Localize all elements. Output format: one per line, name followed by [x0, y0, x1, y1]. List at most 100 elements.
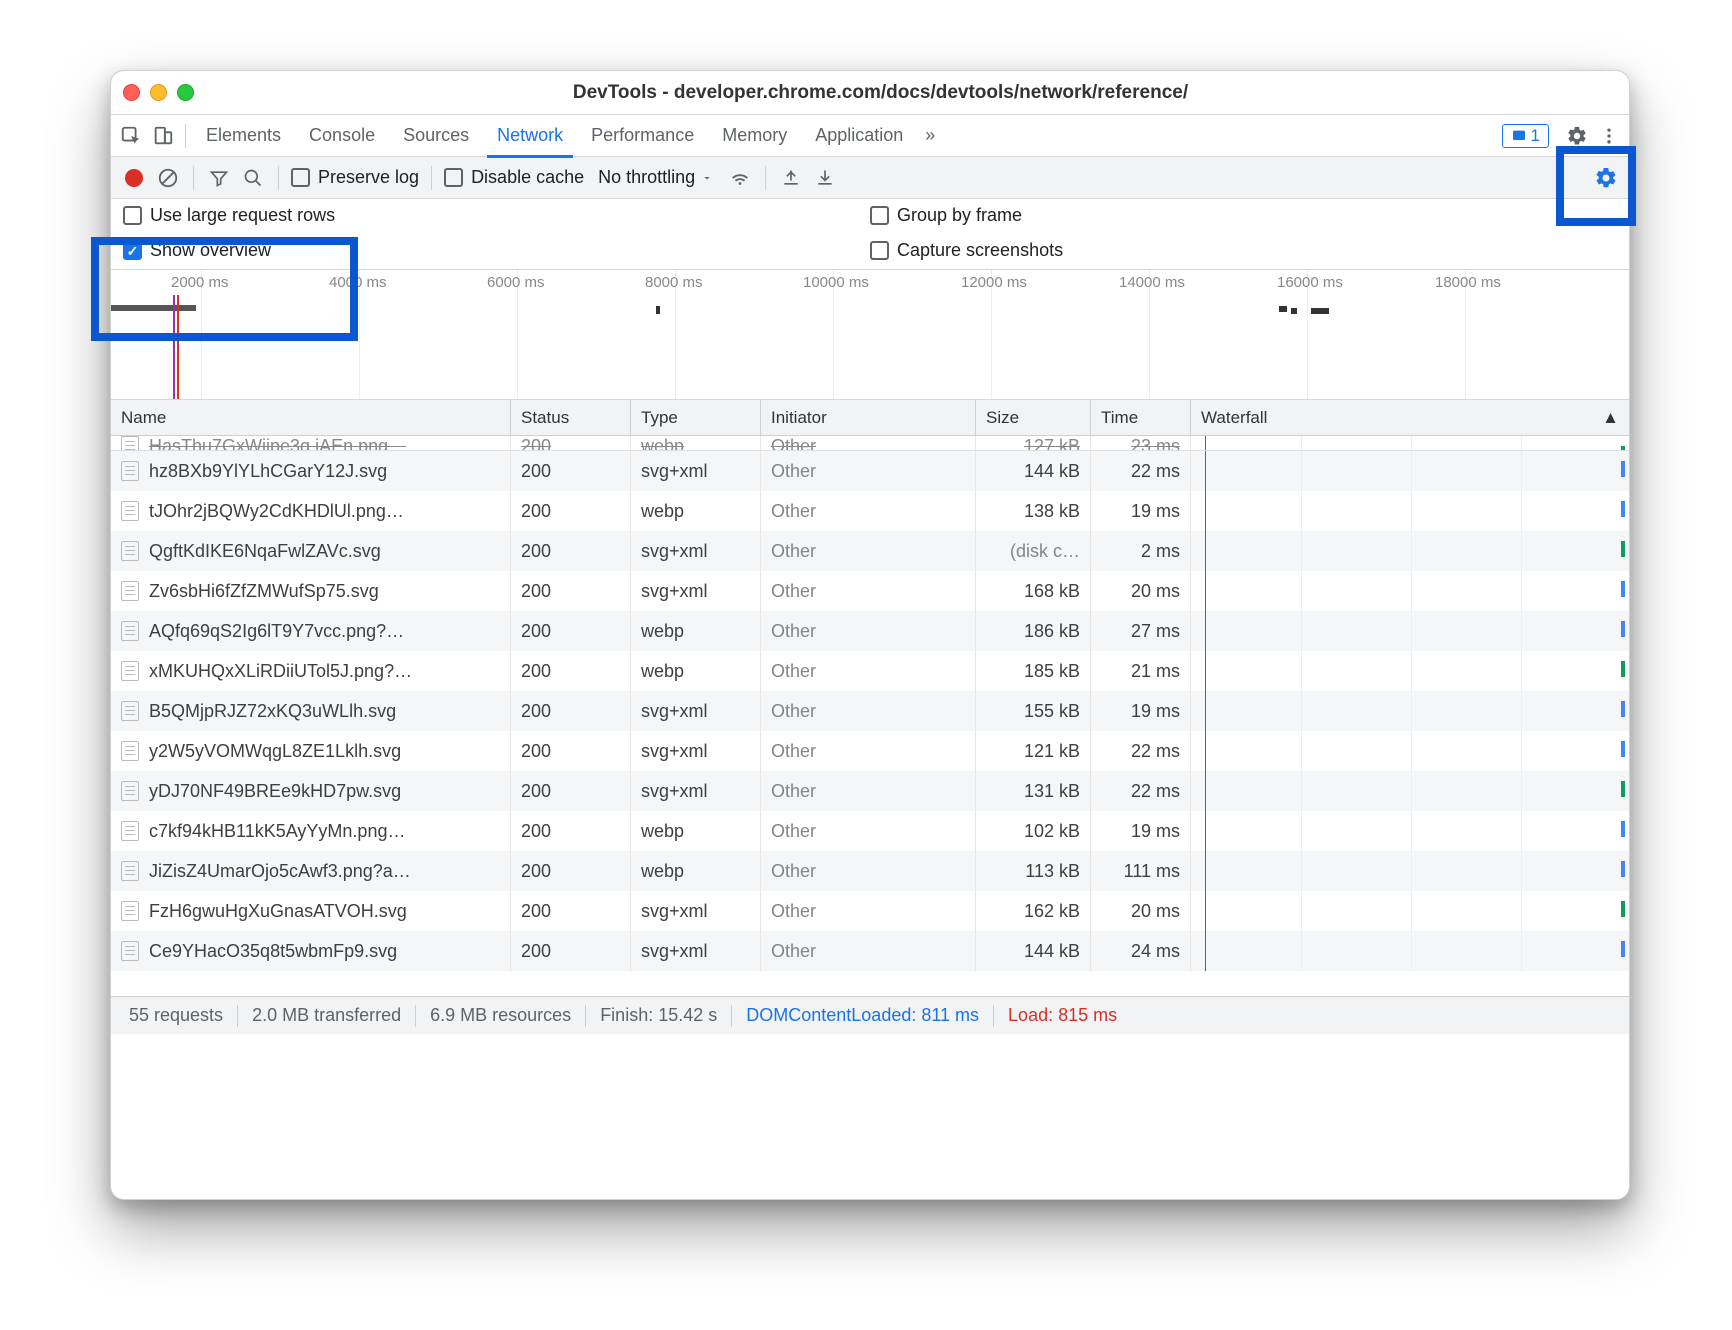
- column-size[interactable]: Size: [976, 400, 1091, 435]
- table-row[interactable]: HasThu7GxWiipe3q iAEn.png…200webpOther12…: [111, 436, 1629, 451]
- table-row[interactable]: Zv6sbHi6fZfZMWufSp75.svg200svg+xmlOther1…: [111, 571, 1629, 611]
- file-icon: [121, 501, 139, 521]
- network-conditions-icon[interactable]: [727, 165, 753, 191]
- column-name[interactable]: Name: [111, 400, 511, 435]
- window-title: DevTools - developer.chrome.com/docs/dev…: [194, 82, 1617, 104]
- status-requests: 55 requests: [115, 1005, 237, 1026]
- timeline-tick: 4000 ms: [329, 274, 387, 291]
- preserve-log-checkbox[interactable]: Preserve log: [291, 167, 419, 188]
- tab-memory[interactable]: Memory: [710, 115, 799, 157]
- file-icon: [121, 581, 139, 601]
- table-row[interactable]: QgftKdIKE6NqaFwlZAVc.svg200svg+xmlOther(…: [111, 531, 1629, 571]
- group-by-frame-checkbox[interactable]: Group by frame: [870, 205, 1617, 226]
- tab-console[interactable]: Console: [297, 115, 387, 157]
- tabs-overflow[interactable]: »: [919, 115, 941, 157]
- device-toggle-icon[interactable]: [149, 122, 177, 150]
- titlebar: DevTools - developer.chrome.com/docs/dev…: [111, 71, 1629, 115]
- minimize-button[interactable]: [150, 84, 167, 101]
- checkbox-icon: [291, 168, 310, 187]
- status-bar: 55 requests 2.0 MB transferred 6.9 MB re…: [111, 996, 1629, 1034]
- tab-application[interactable]: Application: [803, 115, 915, 157]
- network-toolbar: Preserve log Disable cache No throttling: [111, 157, 1629, 199]
- panel-tabs: Elements Console Sources Network Perform…: [111, 115, 1629, 157]
- timeline-tick: 12000 ms: [961, 274, 1027, 291]
- window-controls: [123, 84, 194, 101]
- inspect-icon[interactable]: [117, 122, 145, 150]
- export-har-icon[interactable]: [812, 165, 838, 191]
- file-icon: [121, 821, 139, 841]
- capture-screenshots-checkbox[interactable]: Capture screenshots: [870, 240, 1617, 261]
- network-settings-icon[interactable]: [1593, 165, 1619, 191]
- disable-cache-checkbox[interactable]: Disable cache: [444, 167, 584, 188]
- settings-icon[interactable]: [1563, 122, 1591, 150]
- throttling-select[interactable]: No throttling: [592, 167, 719, 188]
- timeline-load-marker: [177, 295, 179, 399]
- record-button[interactable]: [121, 165, 147, 191]
- issues-badge[interactable]: 1: [1502, 124, 1549, 148]
- timeline-tick: 18000 ms: [1435, 274, 1501, 291]
- filter-icon[interactable]: [206, 165, 232, 191]
- table-row[interactable]: hz8BXb9YlYLhCGarY12J.svg200svg+xmlOther1…: [111, 451, 1629, 491]
- timeline-bar: [111, 305, 196, 311]
- request-table[interactable]: HasThu7GxWiipe3q iAEn.png…200webpOther12…: [111, 436, 1629, 996]
- column-waterfall[interactable]: Waterfall▲: [1191, 400, 1629, 435]
- status-transferred: 2.0 MB transferred: [238, 1005, 415, 1026]
- sort-indicator-icon: ▲: [1602, 408, 1619, 428]
- status-domcontentloaded: DOMContentLoaded: 811 ms: [732, 1005, 993, 1026]
- clear-button[interactable]: [155, 165, 181, 191]
- file-icon: [121, 901, 139, 921]
- search-icon[interactable]: [240, 165, 266, 191]
- table-row[interactable]: c7kf94kHB11kK5AyYyMn.png…200webpOther102…: [111, 811, 1629, 851]
- tab-elements[interactable]: Elements: [194, 115, 293, 157]
- file-icon: [121, 461, 139, 481]
- table-row[interactable]: B5QMjpRJZ72xKQ3uWLlh.svg200svg+xmlOther1…: [111, 691, 1629, 731]
- file-icon: [121, 741, 139, 761]
- table-row[interactable]: Ce9YHacO35q8t5wbmFp9.svg200svg+xmlOther1…: [111, 931, 1629, 971]
- file-icon: [121, 861, 139, 881]
- table-row[interactable]: FzH6gwuHgXuGnasATVOH.svg200svg+xmlOther1…: [111, 891, 1629, 931]
- timeline-tick: 16000 ms: [1277, 274, 1343, 291]
- close-button[interactable]: [123, 84, 140, 101]
- table-row[interactable]: JiZisZ4UmarOjo5cAwf3.png?a…200webpOther1…: [111, 851, 1629, 891]
- status-resources: 6.9 MB resources: [416, 1005, 585, 1026]
- status-load: Load: 815 ms: [994, 1005, 1131, 1026]
- file-icon: [121, 941, 139, 961]
- timeline-tick: 8000 ms: [645, 274, 703, 291]
- maximize-button[interactable]: [177, 84, 194, 101]
- issues-count: 1: [1531, 126, 1540, 146]
- timeline-tick: 10000 ms: [803, 274, 869, 291]
- use-large-rows-checkbox[interactable]: Use large request rows: [123, 205, 870, 226]
- file-icon: [121, 541, 139, 561]
- checkbox-icon: [123, 206, 142, 225]
- column-time[interactable]: Time: [1091, 400, 1191, 435]
- column-initiator[interactable]: Initiator: [761, 400, 976, 435]
- table-row[interactable]: xMKUHQxXLiRDiiUTol5J.png?…200webpOther18…: [111, 651, 1629, 691]
- file-icon: [121, 661, 139, 681]
- file-icon: [121, 781, 139, 801]
- column-type[interactable]: Type: [631, 400, 761, 435]
- checkbox-checked-icon: [123, 241, 142, 260]
- overview-timeline[interactable]: 2000 ms4000 ms6000 ms8000 ms10000 ms1200…: [111, 270, 1629, 400]
- network-options: Use large request rows Show overview Gro…: [111, 199, 1629, 270]
- checkbox-icon: [444, 168, 463, 187]
- kebab-menu-icon[interactable]: [1595, 122, 1623, 150]
- file-icon: [121, 621, 139, 641]
- timeline-domcontent-marker: [173, 295, 175, 399]
- table-header: Name Status Type Initiator Size Time Wat…: [111, 400, 1629, 436]
- tab-network[interactable]: Network: [485, 115, 575, 157]
- timeline-tick: 6000 ms: [487, 274, 545, 291]
- table-row[interactable]: tJOhr2jBQWy2CdKHDlUl.png…200webpOther138…: [111, 491, 1629, 531]
- show-overview-checkbox[interactable]: Show overview: [123, 240, 870, 261]
- column-status[interactable]: Status: [511, 400, 631, 435]
- timeline-tick: 14000 ms: [1119, 274, 1185, 291]
- tab-sources[interactable]: Sources: [391, 115, 481, 157]
- checkbox-icon: [870, 206, 889, 225]
- tab-performance[interactable]: Performance: [579, 115, 706, 157]
- devtools-window: DevTools - developer.chrome.com/docs/dev…: [110, 70, 1630, 1200]
- import-har-icon[interactable]: [778, 165, 804, 191]
- chevron-down-icon: [701, 172, 713, 184]
- table-row[interactable]: yDJ70NF49BREe9kHD7pw.svg200svg+xmlOther1…: [111, 771, 1629, 811]
- table-row[interactable]: AQfq69qS2Ig6lT9Y7vcc.png?…200webpOther18…: [111, 611, 1629, 651]
- status-finish: Finish: 15.42 s: [586, 1005, 731, 1026]
- table-row[interactable]: y2W5yVOMWqgL8ZE1Lklh.svg200svg+xmlOther1…: [111, 731, 1629, 771]
